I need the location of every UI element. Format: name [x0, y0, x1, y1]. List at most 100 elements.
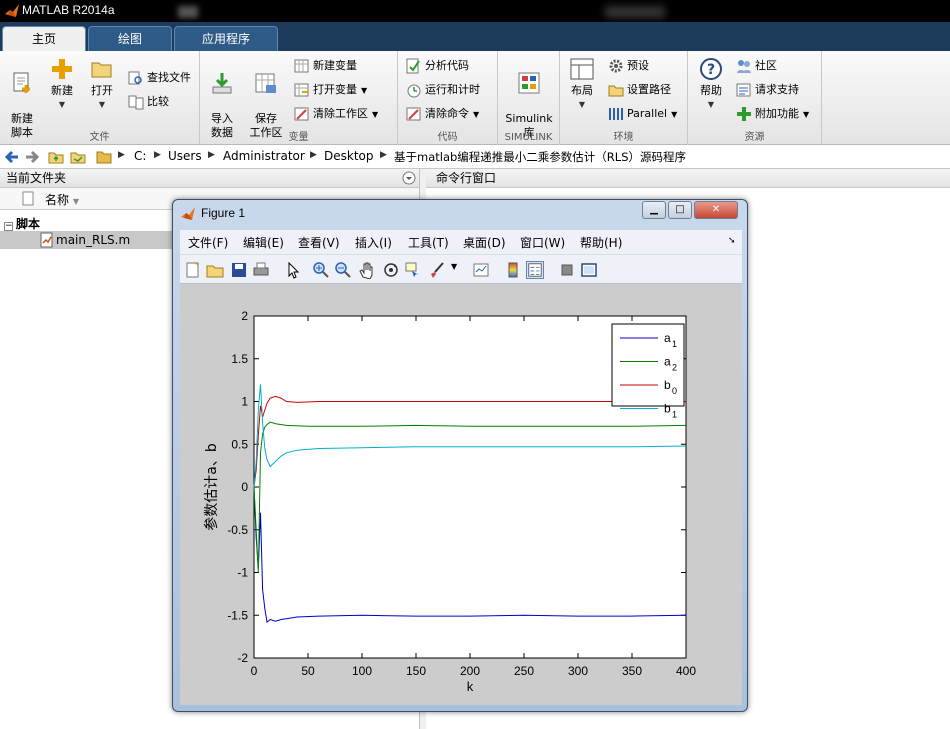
pan-hand-icon[interactable] — [358, 261, 376, 279]
chevron-down-icon: ▼ — [58, 100, 66, 109]
browse-folder-icon[interactable] — [70, 149, 86, 165]
simulink-group: Simulink 库 SIMULINK — [498, 51, 560, 145]
link-plot-icon[interactable] — [472, 261, 490, 279]
colorbar-icon[interactable] — [504, 261, 522, 279]
menu-edit[interactable]: 编辑(E) — [243, 234, 284, 251]
dock-arrow-icon[interactable]: ➘ — [728, 236, 736, 246]
save-workspace-icon — [255, 73, 276, 93]
new-label: 新建 — [51, 84, 73, 97]
new-button[interactable]: 新建 ▼ — [44, 57, 80, 112]
current-folder-header: 当前文件夹 — [0, 169, 419, 188]
layout-label: 布局 — [571, 84, 593, 97]
menu-tools[interactable]: 工具(T) — [408, 234, 449, 251]
breadcrumb-users[interactable]: Users — [168, 149, 202, 163]
brush-icon[interactable] — [428, 261, 446, 279]
request-support-button[interactable]: 请求支持 — [736, 80, 799, 100]
x-tick-label: 150 — [406, 664, 426, 678]
menu-file[interactable]: 文件(F) — [188, 234, 228, 251]
layout-icon — [570, 58, 594, 80]
breadcrumb-administrator[interactable]: Administrator — [223, 149, 305, 163]
column-name-header[interactable]: 名称 ▼ — [45, 191, 79, 208]
code-group-label: 代码 — [437, 132, 458, 143]
scripts-section[interactable]: − 脚本 — [4, 215, 40, 232]
menu-view[interactable]: 查看(V) — [298, 234, 340, 251]
run-and-time-icon — [407, 84, 421, 98]
rotate-3d-icon[interactable] — [382, 261, 400, 279]
matlab-script-icon — [40, 232, 53, 248]
x-tick-label: 200 — [460, 664, 480, 678]
legend-entry-subscript: 1 — [672, 339, 677, 349]
open-button[interactable]: 打开 ▼ — [84, 57, 120, 112]
figure-canvas: 0 50 100 150 200 250 300 350 400 -2 -1.5 -1 -0.5 0 0.5… — [180, 284, 742, 705]
breadcrumb-drive[interactable]: C: — [134, 149, 146, 163]
analyze-code-button[interactable]: 分析代码 — [406, 56, 469, 76]
add-ons-button[interactable]: 附加功能 ▼ — [736, 104, 809, 124]
open-variable-button[interactable]: 打开变量 ▼ — [294, 80, 367, 100]
breadcrumb-desktop[interactable]: Desktop — [324, 149, 374, 163]
menu-window[interactable]: 窗口(W) — [520, 234, 565, 251]
tab-home[interactable]: 主页 — [2, 26, 86, 51]
figure-window: Figure 1 ▁ □ ✕ 文件(F) 编辑(E) 查看(V) 插入(I) 工… — [172, 199, 748, 712]
clear-workspace-button[interactable]: 清除工作区 ▼ — [294, 104, 378, 124]
new-variable-button[interactable]: 新建变量 — [294, 56, 357, 76]
ribbon-tab-strip: 主页 绘图 应用程序 — [0, 22, 950, 51]
clear-workspace-label: 清除工作区 — [313, 107, 368, 120]
breadcrumb-separator-icon: ▶ — [154, 150, 161, 160]
x-tick-label: 350 — [622, 664, 642, 678]
save-icon[interactable] — [230, 261, 248, 279]
legend[interactable]: a 1a 2b 0b 1 — [611, 323, 685, 420]
new-figure-icon[interactable] — [184, 261, 202, 279]
environment-group: 布局 ▼ 预设 设置路径 Parallel ▼ 环境 — [560, 51, 688, 145]
clear-commands-button[interactable]: 清除命令 ▼ — [406, 104, 479, 124]
legend-icon[interactable] — [526, 261, 544, 279]
set-path-button[interactable]: 设置路径 — [608, 80, 671, 100]
up-folder-icon[interactable] — [48, 149, 64, 165]
zoom-in-icon[interactable] — [312, 261, 330, 279]
back-arrow-icon[interactable] — [4, 149, 20, 165]
run-and-time-button[interactable]: 运行和计时 — [406, 80, 480, 100]
menu-desktop[interactable]: 桌面(D) — [463, 234, 506, 251]
help-button[interactable]: ? 帮助 ▼ — [694, 57, 728, 112]
x-tick-label: 50 — [301, 664, 315, 678]
legend-entry-name: a — [664, 331, 671, 345]
community-button[interactable]: 社区 — [736, 56, 777, 76]
set-path-icon — [608, 85, 624, 97]
run-and-time-label: 运行和计时 — [425, 83, 480, 96]
breadcrumb-current-folder[interactable]: 基于matlab编程递推最小二乘参数估计（RLS）源码程序 — [394, 149, 686, 165]
simulink-library-icon — [518, 72, 540, 94]
panel-menu-icon[interactable] — [402, 171, 416, 185]
layout-button[interactable]: 布局 ▼ — [564, 57, 600, 112]
forward-arrow-icon[interactable] — [24, 149, 40, 165]
add-ons-icon — [737, 107, 751, 121]
request-support-icon — [736, 83, 751, 97]
collapse-icon[interactable]: − — [4, 222, 13, 231]
y-tick-label: -1 — [237, 566, 248, 580]
show-plot-tools-icon[interactable] — [580, 261, 598, 279]
data-cursor-icon[interactable] — [404, 261, 422, 279]
compare-button[interactable]: 比较 — [128, 92, 169, 112]
open-file-icon[interactable] — [206, 261, 224, 279]
breadcrumb-separator-icon: ▶ — [310, 150, 317, 160]
chevron-down-icon[interactable]: ▼ — [451, 262, 457, 271]
breadcrumb-separator-icon: ▶ — [380, 150, 387, 160]
pointer-icon[interactable] — [284, 261, 302, 279]
zoom-out-icon[interactable] — [334, 261, 352, 279]
menu-insert[interactable]: 插入(I) — [355, 234, 392, 251]
find-files-button[interactable]: 查找文件 — [128, 68, 191, 88]
figure-menu-bar: 文件(F) 编辑(E) 查看(V) 插入(I) 工具(T) 桌面(D) 窗口(W… — [180, 230, 742, 254]
preferences-button[interactable]: 预设 — [608, 56, 649, 76]
app-title: MATLAB R2014a — [22, 3, 115, 17]
maximize-button[interactable]: □ — [668, 201, 692, 219]
simulink-library-button[interactable]: Simulink 库 — [502, 57, 556, 140]
close-button[interactable]: ✕ — [694, 201, 738, 219]
print-icon[interactable] — [252, 261, 270, 279]
chevron-down-icon: ▼ — [473, 110, 480, 119]
y-tick-label: -1.5 — [227, 608, 248, 622]
menu-help[interactable]: 帮助(H) — [580, 234, 622, 251]
simulink-group-label: SIMULINK — [504, 132, 553, 143]
parallel-button[interactable]: Parallel ▼ — [608, 104, 677, 124]
minimize-button[interactable]: ▁ — [642, 201, 666, 219]
hide-plot-tools-icon[interactable] — [558, 261, 576, 279]
tab-plots[interactable]: 绘图 — [88, 26, 172, 51]
tab-apps[interactable]: 应用程序 — [174, 26, 278, 51]
